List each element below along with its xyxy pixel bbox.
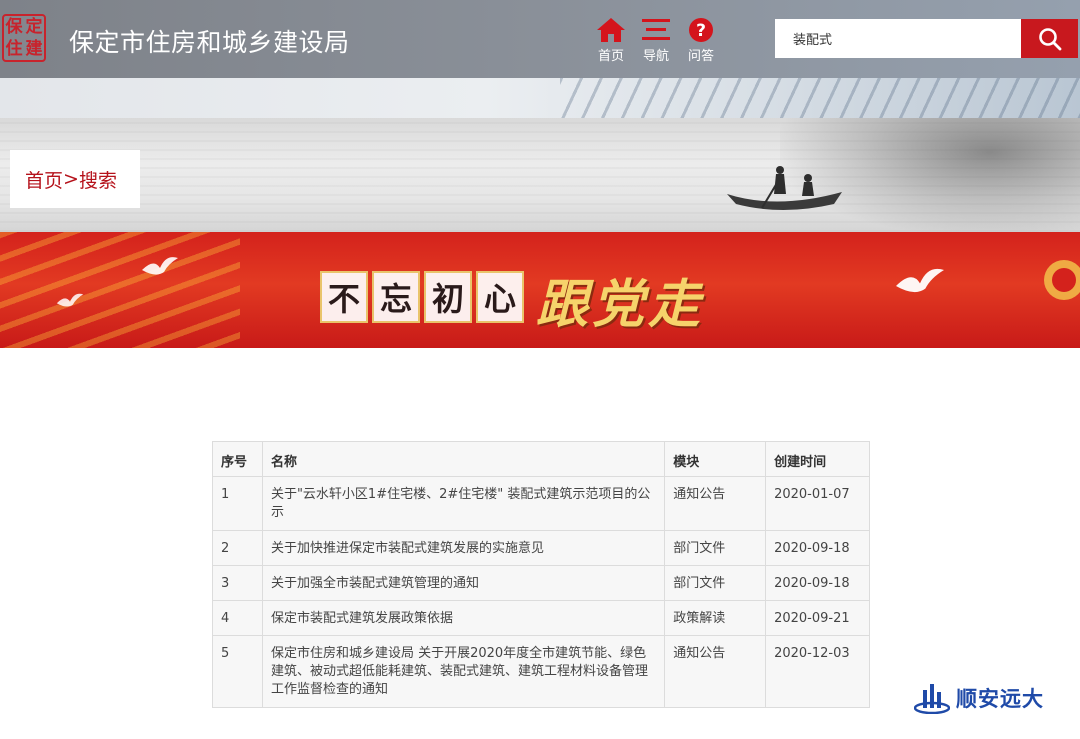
watermark: 顺安远大 xyxy=(914,681,1044,715)
header-date: 创建时间 xyxy=(765,441,870,477)
slogan-char: 忘 xyxy=(372,271,420,323)
search-button[interactable] xyxy=(1021,19,1078,58)
breadcrumb-separator: > xyxy=(63,168,79,190)
boat-illustration xyxy=(727,166,842,210)
menu-icon xyxy=(642,19,670,40)
search-box xyxy=(775,19,1021,58)
row-module: 通知公告 xyxy=(664,476,767,531)
building-logo-icon xyxy=(914,684,950,714)
row-title-link[interactable]: 保定市住房和城乡建设局 关于开展2020年度全市建筑节能、绿色建筑、被动式超低能… xyxy=(261,635,666,708)
table-row[interactable]: 4 保定市装配式建筑发展政策依据 政策解读 2020-09-21 xyxy=(212,600,870,636)
row-number: 4 xyxy=(212,600,263,636)
search-input[interactable] xyxy=(775,19,1021,58)
row-module: 部门文件 xyxy=(664,565,767,601)
dove-icon xyxy=(56,293,84,307)
row-title-link[interactable]: 关于"云水轩小区1#住宅楼、2#住宅楼" 装配式建筑示范项目的公示 xyxy=(261,476,666,531)
logo-char: 定 xyxy=(25,16,43,37)
header-no: 序号 xyxy=(212,441,263,477)
building-banner xyxy=(0,78,1080,118)
slogan-char: 不 xyxy=(320,271,368,323)
table-row[interactable]: 1 关于"云水轩小区1#住宅楼、2#住宅楼" 装配式建筑示范项目的公示 通知公告… xyxy=(212,476,870,531)
slogan-char: 初 xyxy=(424,271,472,323)
breadcrumb-current: 搜索 xyxy=(78,169,117,192)
row-number: 5 xyxy=(212,635,263,708)
nav-home-label: 首页 xyxy=(597,49,624,64)
search-results-table: 序号 名称 模块 创建时间 1 关于"云水轩小区1#住宅楼、2#住宅楼" 装配式… xyxy=(212,441,870,708)
row-title-link[interactable]: 保定市装配式建筑发展政策依据 xyxy=(261,600,666,636)
row-module: 政策解读 xyxy=(664,600,767,636)
row-number: 3 xyxy=(212,565,263,601)
logo-char: 建 xyxy=(25,38,43,59)
row-date: 2020-09-21 xyxy=(765,600,870,636)
row-module: 通知公告 xyxy=(664,635,767,708)
emblem-icon xyxy=(1044,260,1080,300)
watermark-text: 顺安远大 xyxy=(956,687,1044,711)
site-title: 保定市住房和城乡建设局 xyxy=(69,28,350,57)
header-name: 名称 xyxy=(261,441,666,477)
breadcrumb: 首页 > 搜索 xyxy=(10,150,140,208)
nav-qa-label: 问答 xyxy=(687,49,714,64)
nav-qa-button[interactable]: ? 问答 xyxy=(679,17,723,67)
table-row[interactable]: 5 保定市住房和城乡建设局 关于开展2020年度全市建筑节能、绿色建筑、被动式超… xyxy=(212,635,870,708)
row-module: 部门文件 xyxy=(664,530,767,566)
question-icon: ? xyxy=(689,18,713,42)
slogan-char: 心 xyxy=(476,271,524,323)
svg-text:?: ? xyxy=(696,21,706,41)
home-icon xyxy=(597,18,625,42)
row-title-link[interactable]: 关于加强全市装配式建筑管理的通知 xyxy=(261,565,666,601)
row-title-link[interactable]: 关于加快推进保定市装配式建筑发展的实施意见 xyxy=(261,530,666,566)
search-icon xyxy=(1038,27,1061,50)
row-number: 2 xyxy=(212,530,263,566)
slogan-tail: 跟党走 xyxy=(536,274,705,335)
table-row[interactable]: 2 关于加快推进保定市装配式建筑发展的实施意见 部门文件 2020-09-18 xyxy=(212,530,870,566)
header-module: 模块 xyxy=(664,441,767,477)
breadcrumb-home-link[interactable]: 首页 xyxy=(25,166,63,193)
dove-icon xyxy=(142,257,178,275)
nav-guide-button[interactable]: 导航 xyxy=(634,17,678,67)
dove-icon xyxy=(896,268,944,293)
logo-char: 住 xyxy=(5,38,23,59)
row-date: 2020-01-07 xyxy=(765,476,870,531)
site-logo[interactable]: 保 定 住 建 xyxy=(2,14,46,62)
row-number: 1 xyxy=(212,476,263,531)
table-header-row: 序号 名称 模块 创建时间 xyxy=(212,441,870,477)
logo-char: 保 xyxy=(5,16,23,37)
row-date: 2020-09-18 xyxy=(765,565,870,601)
nav-home-button[interactable]: 首页 xyxy=(589,17,633,67)
table-row[interactable]: 3 关于加强全市装配式建筑管理的通知 部门文件 2020-09-18 xyxy=(212,565,870,601)
landscape-banner xyxy=(0,118,1080,232)
nav-guide-label: 导航 xyxy=(642,49,669,64)
row-date: 2020-09-18 xyxy=(765,530,870,566)
row-date: 2020-12-03 xyxy=(765,635,870,708)
